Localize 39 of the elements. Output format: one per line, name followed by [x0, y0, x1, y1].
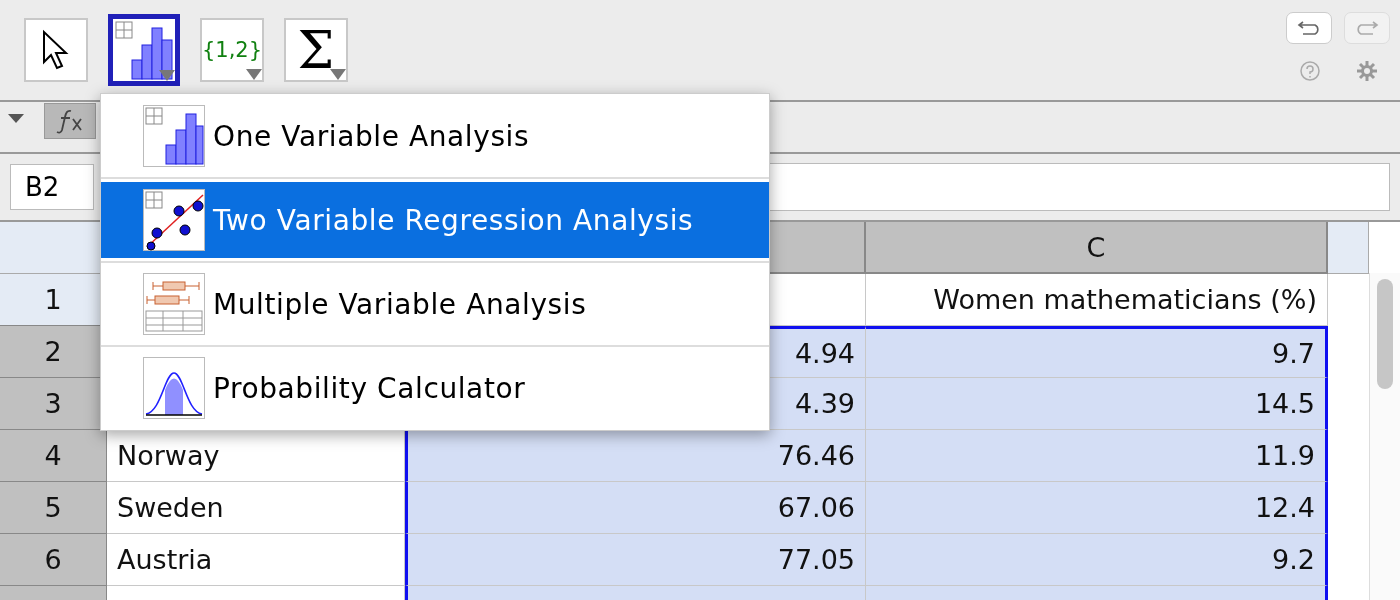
table-cell: 11.9: [866, 430, 1328, 482]
analysis-tool-button[interactable]: [108, 14, 180, 86]
histogram-icon: [114, 20, 174, 80]
table-cell: 9.2: [866, 534, 1328, 586]
table-cell: Sweden: [107, 482, 405, 534]
histogram-icon: [143, 105, 205, 167]
menu-item[interactable]: One Variable Analysis: [101, 98, 769, 174]
table-cell: Austria: [107, 534, 405, 586]
table-cell: 76.46: [405, 430, 866, 482]
function-button[interactable]: [44, 103, 96, 139]
undo-button[interactable]: [1286, 12, 1332, 44]
sum-tool-button[interactable]: Σ: [284, 18, 348, 82]
fx-icon: [55, 108, 85, 134]
table-cell: 77.05: [405, 534, 866, 586]
redo-arrow-icon: [1355, 20, 1379, 36]
column-header[interactable]: C: [866, 222, 1328, 274]
table-cell: 14.5: [866, 378, 1328, 430]
box-plot-icon: [143, 273, 205, 335]
undo-arrow-icon: [1297, 20, 1321, 36]
scatter-plot-icon: [143, 189, 205, 251]
table-cell: Women mathematicians (%): [866, 274, 1328, 326]
table-cell: 67.06: [405, 482, 866, 534]
bell-curve-icon: [143, 357, 205, 419]
row-header[interactable]: 4: [0, 430, 107, 482]
row-header[interactable]: 5: [0, 482, 107, 534]
row-header[interactable]: 6: [0, 534, 107, 586]
settings-icon[interactable]: [1356, 60, 1378, 82]
table-cell: 9.7: [866, 326, 1328, 378]
move-tool-button[interactable]: [24, 18, 88, 82]
cell-name-field[interactable]: B2: [10, 164, 94, 210]
menu-item[interactable]: Two Variable Regression Analysis: [101, 182, 769, 258]
table-cell: Norway: [107, 430, 405, 482]
empty-column-header: [1328, 222, 1369, 274]
table-cell: 12.4: [866, 482, 1328, 534]
collapse-triangle-icon[interactable]: [8, 113, 24, 123]
scrollbar-thumb[interactable]: [1377, 279, 1393, 389]
pointer-arrow-icon: [41, 29, 71, 71]
list-tool-button[interactable]: {1,2}: [200, 18, 264, 82]
help-icon[interactable]: [1299, 60, 1321, 82]
